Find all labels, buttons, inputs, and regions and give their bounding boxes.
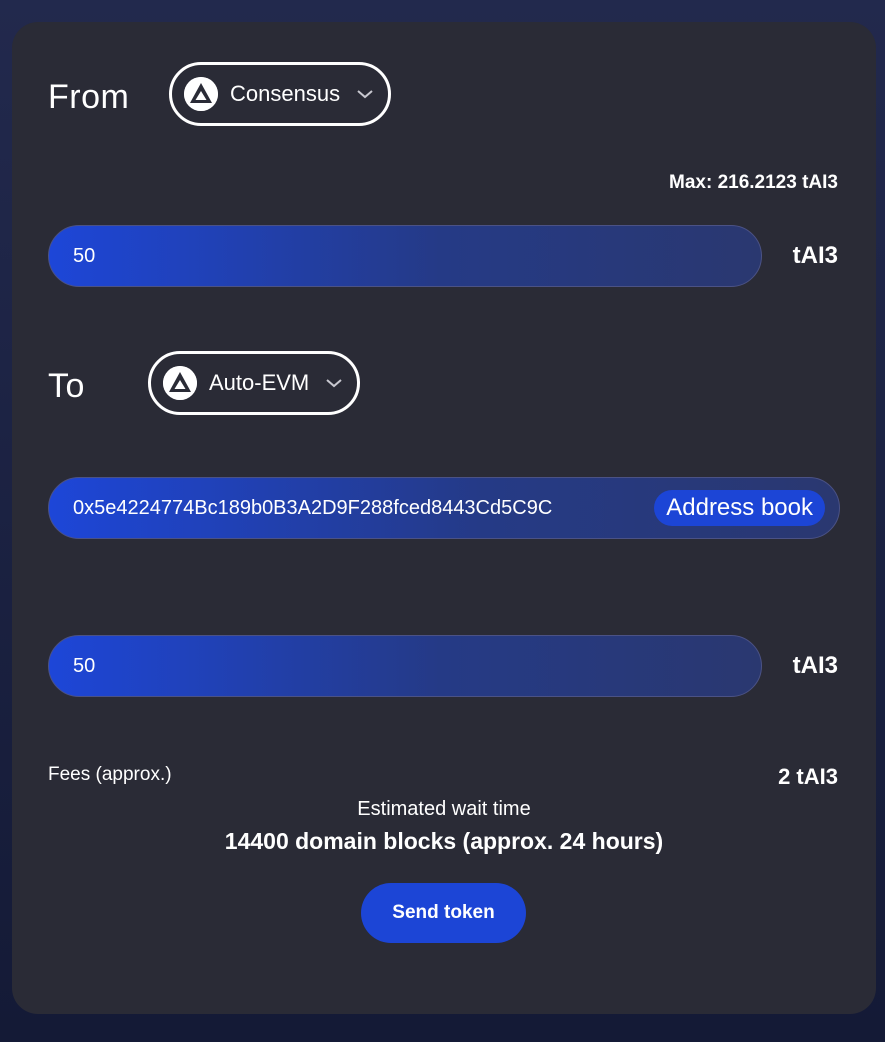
to-network-select[interactable]: Auto-EVM — [148, 351, 361, 415]
fees-label: Fees (approx.) — [48, 764, 172, 785]
to-network-name: Auto-EVM — [209, 370, 310, 395]
transfer-card: From Consensus Max: 216.2123 tAI3 50 tAI… — [12, 22, 876, 1014]
fees-value: 2 tAI3 — [778, 764, 838, 789]
chevron-down-icon — [326, 379, 342, 388]
from-network-name: Consensus — [230, 81, 341, 106]
estimated-wait-value: 14400 domain blocks (approx. 24 hours) — [224, 828, 664, 854]
estimated-wait-label: Estimated wait time — [357, 798, 531, 820]
chevron-down-icon — [357, 90, 373, 99]
autonomys-logo-icon — [163, 366, 197, 400]
recipient-address-input[interactable]: 0x5e4224774Bc189b0B3A2D9F288fced8443Cd5C… — [48, 477, 840, 539]
to-amount-input[interactable]: 50 — [48, 635, 762, 697]
recipient-address-value: 0x5e4224774Bc189b0B3A2D9F288fced8443Cd5C… — [73, 496, 553, 519]
to-unit-label: tAI3 — [792, 652, 838, 679]
to-amount-value: 50 — [73, 654, 96, 677]
from-network-select[interactable]: Consensus — [169, 62, 392, 126]
from-label: From — [48, 78, 130, 116]
autonomys-logo-icon — [184, 77, 218, 111]
from-amount-input[interactable]: 50 — [48, 225, 762, 287]
from-amount-value: 50 — [73, 244, 96, 267]
send-token-button[interactable]: Send token — [361, 883, 526, 943]
address-book-button[interactable]: Address book — [654, 490, 825, 526]
max-balance-label: Max: 216.2123 tAI3 — [669, 172, 838, 193]
to-label: To — [48, 367, 85, 405]
from-unit-label: tAI3 — [792, 242, 838, 269]
